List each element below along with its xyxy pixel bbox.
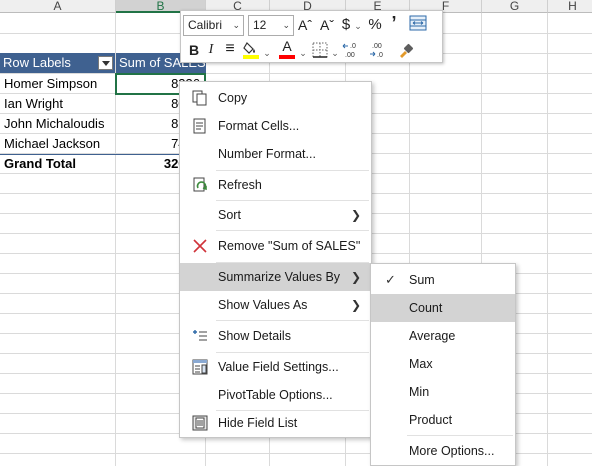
font-color-swatch [279,55,295,59]
pivot-row-label[interactable]: John Michaloudis [4,114,114,134]
menu-item-pivottable-options[interactable]: PivotTable Options... [180,381,371,409]
menu-item-remove-field[interactable]: Remove "Sum of SALES" [180,232,371,260]
menu-item-refresh[interactable]: Refresh [180,171,371,199]
italic-button[interactable]: I [205,41,217,59]
decrease-decimal-icon[interactable]: .00.0 [367,41,391,63]
submenu-item-sum[interactable]: ✓ Sum [371,266,515,294]
chevron-right-icon: ❯ [350,298,361,312]
submenu-item-label: Min [409,385,430,399]
column-header-h[interactable]: H [548,0,592,13]
menu-item-format-cells[interactable]: Format Cells... [180,112,371,140]
bold-button[interactable]: B [187,41,201,59]
menu-item-label: Hide Field List [218,416,298,430]
chevron-down-icon[interactable]: ⌄ [299,44,307,62]
chevron-down-icon[interactable]: ⌄ [263,44,271,62]
menu-item-label: Sort [218,208,241,222]
svg-text:.0: .0 [377,52,383,59]
submenu-item-label: More Options... [409,444,495,458]
wrap-text-icon[interactable] [407,15,429,33]
menu-item-label: Summarize Values By [218,270,341,284]
menu-item-sort[interactable]: Sort ❯ [180,201,371,229]
decrease-font-button[interactable]: Aˇ [317,16,337,34]
filter-dropdown-button[interactable] [98,56,113,70]
checkmark-icon: ✓ [385,272,396,287]
menu-item-show-values-as[interactable]: Show Values As ❯ [180,291,371,319]
menu-item-label: Show Details [218,329,291,343]
chevron-down-icon[interactable]: ⌄ [331,44,339,62]
increase-decimal-icon[interactable]: .0.00 [341,41,365,63]
refresh-icon [193,177,207,192]
font-size-box[interactable]: 12 ⌄ [248,15,294,36]
submenu-item-count[interactable]: Count [371,294,515,322]
submenu-item-average[interactable]: Average [371,322,515,350]
menu-item-label: PivotTable Options... [218,388,333,402]
align-center-button[interactable]: ≡ [221,40,239,58]
menu-item-label: Show Values As [218,298,308,312]
menu-separator [216,230,369,231]
submenu-item-label: Average [409,329,456,343]
column-header-a[interactable]: A [0,0,116,13]
font-color-letter: A [282,38,292,54]
menu-item-label: Refresh [218,178,262,192]
remove-x-icon [193,239,207,253]
format-painter-icon[interactable] [395,41,417,61]
menu-item-label: Value Field Settings... [218,360,339,374]
percent-button[interactable]: % [365,16,385,34]
menu-item-label: Format Cells... [218,119,300,133]
menu-item-label: Remove "Sum of SALES" [218,239,361,253]
menu-item-show-details[interactable]: Show Details [180,322,371,350]
format-cells-icon [193,118,206,134]
menu-item-value-field-settings[interactable]: Value Field Settings... [180,353,371,381]
chevron-down-icon[interactable]: ⌄ [354,17,362,35]
grand-total-label[interactable]: Grand Total [4,154,114,174]
comma-style-button[interactable]: ’ [387,14,401,32]
font-name-box[interactable]: Calibri ⌄ [183,15,244,36]
submenu-item-product[interactable]: Product [371,406,515,434]
menu-item-hide-field-list[interactable]: Hide Field List [180,409,371,437]
submenu-item-min[interactable]: Min [371,378,515,406]
submenu-item-more-options[interactable]: More Options... [371,437,515,465]
submenu-item-max[interactable]: Max [371,350,515,378]
pivot-row-label[interactable]: Ian Wright [4,94,114,114]
borders-icon[interactable] [311,42,329,60]
menu-separator [407,435,513,436]
submenu-item-label: Sum [409,273,435,287]
context-menu: Copy Format Cells... Number Format... Re… [179,81,372,438]
grid-line [547,13,548,466]
field-list-icon [192,415,208,431]
submenu-item-label: Count [409,301,443,315]
fill-color-icon[interactable] [241,40,261,62]
menu-item-copy[interactable]: Copy [180,84,371,112]
font-color-icon[interactable]: A [277,38,297,62]
pivot-row-label[interactable]: Homer Simpson [4,74,114,94]
submenu-item-label: Max [409,357,433,371]
svg-text:.00: .00 [372,43,382,50]
svg-text:.0: .0 [350,43,356,50]
copy-icon [192,90,207,106]
value-field-settings-icon [192,359,208,375]
menu-item-summarize-values-by[interactable]: Summarize Values By ❯ [180,263,371,291]
chevron-right-icon: ❯ [350,270,361,284]
submenu-item-label: Product [409,413,453,427]
menu-separator [216,320,369,321]
pivot-row-label[interactable]: Michael Jackson [4,134,114,154]
menu-item-number-format[interactable]: Number Format... [180,140,371,168]
svg-text:.00: .00 [345,52,355,59]
chevron-right-icon: ❯ [350,208,361,222]
menu-item-label: Copy [218,91,248,105]
summarize-submenu: ✓ Sum Count Average Max Min Product More… [370,263,516,466]
currency-button[interactable]: $ [339,16,353,34]
mini-toolbar: Calibri ⌄ 12 ⌄ Aˆ Aˇ $ ⌄ % ’ B I ≡ ⌄ A ⌄ ⌄… [180,10,443,63]
increase-font-button[interactable]: Aˆ [295,16,315,34]
show-details-icon [193,330,207,341]
column-header-g[interactable]: G [482,0,548,13]
menu-item-label: Number Format... [218,147,316,161]
